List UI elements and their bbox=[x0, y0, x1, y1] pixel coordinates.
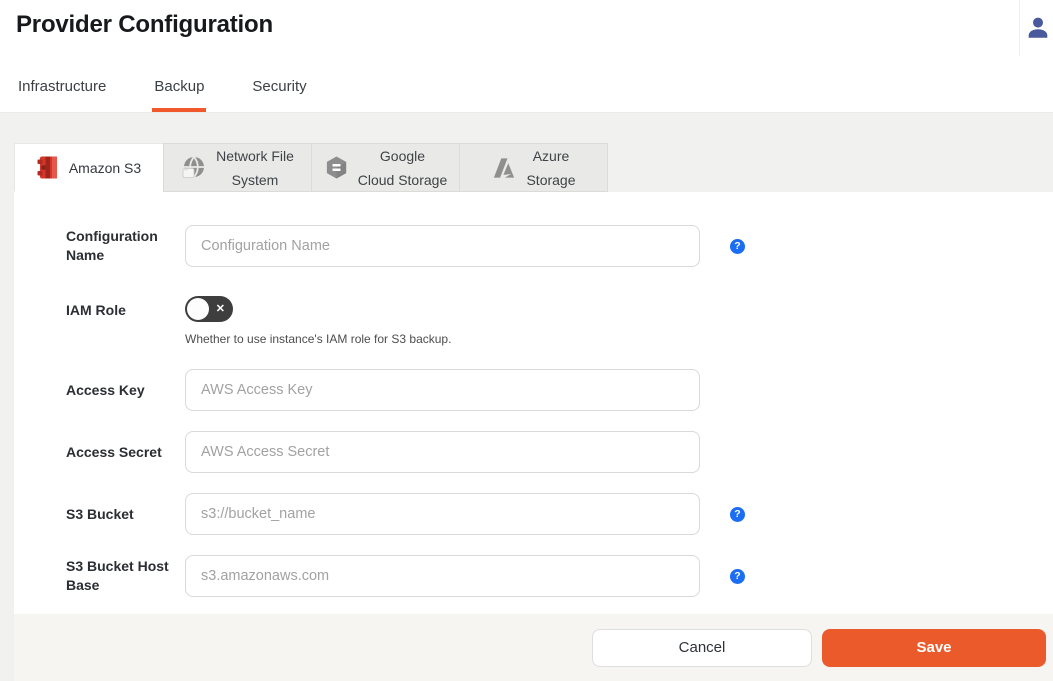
amazon-s3-icon bbox=[37, 154, 60, 181]
help-icon[interactable]: ? bbox=[730, 568, 745, 584]
iam-role-label: IAM Role bbox=[66, 302, 126, 318]
form-footer: Cancel Save bbox=[14, 614, 1053, 681]
form-row-s3-bucket-host-base: S3 Bucket Host Base ? bbox=[14, 555, 1053, 597]
form-panel: Configuration Name ? IAM Role ✕ Whether … bbox=[14, 192, 1053, 614]
provider-tab-amazon-s3[interactable]: Amazon S3 bbox=[14, 143, 164, 192]
form-row-s3-bucket: S3 Bucket ? bbox=[14, 493, 1053, 535]
form-row-configuration-name: Configuration Name ? bbox=[14, 225, 1053, 267]
cancel-button[interactable]: Cancel bbox=[592, 628, 812, 667]
backup-content: Amazon S3 Network File System Google Clo… bbox=[0, 113, 1053, 681]
configuration-name-label: Configuration Name bbox=[66, 228, 158, 263]
s3-bucket-host-base-input[interactable] bbox=[185, 555, 700, 597]
access-key-label: Access Key bbox=[66, 381, 145, 398]
iam-role-control: ✕ Whether to use instance's IAM role for… bbox=[185, 296, 451, 346]
save-button[interactable]: Save bbox=[822, 628, 1046, 667]
user-icon-glyph bbox=[1028, 17, 1048, 38]
help-icon[interactable]: ? bbox=[730, 238, 745, 254]
page-title: Provider Configuration bbox=[16, 11, 273, 38]
iam-role-helper-text: Whether to use instance's IAM role for S… bbox=[185, 332, 452, 346]
tab-infrastructure[interactable]: Infrastructure bbox=[16, 78, 108, 112]
tab-backup[interactable]: Backup bbox=[152, 78, 207, 112]
form-row-access-key: Access Key bbox=[14, 369, 1053, 411]
access-secret-input[interactable] bbox=[185, 431, 700, 473]
s3-bucket-host-base-label: S3 Bucket Host Base bbox=[66, 558, 169, 593]
page-header: Provider Configuration Infrastructure Ba… bbox=[0, 0, 1053, 113]
access-secret-label: Access Secret bbox=[66, 443, 162, 460]
iam-role-toggle[interactable]: ✕ bbox=[185, 296, 233, 322]
provider-tab-google-cloud-storage[interactable]: Google Cloud Storage bbox=[311, 143, 460, 192]
google-cloud-storage-icon bbox=[324, 155, 349, 180]
s3-bucket-input[interactable] bbox=[185, 493, 700, 535]
form-row-access-secret: Access Secret bbox=[14, 431, 1053, 473]
provider-tab-azure-storage[interactable]: Azure Storage bbox=[459, 143, 608, 192]
provider-tab-label: Google Cloud Storage bbox=[357, 147, 448, 188]
form-row-iam-role: IAM Role ✕ Whether to use instance's IAM… bbox=[14, 296, 1053, 346]
header-divider bbox=[1019, 0, 1020, 56]
main-tabs: Infrastructure Backup Security bbox=[16, 78, 309, 112]
help-icon[interactable]: ? bbox=[730, 506, 745, 522]
provider-tab-network-file-system[interactable]: Network File System bbox=[163, 143, 312, 192]
azure-storage-icon bbox=[491, 155, 517, 181]
tab-security[interactable]: Security bbox=[250, 78, 308, 112]
access-key-input[interactable] bbox=[185, 369, 700, 411]
provider-tab-label: Amazon S3 bbox=[68, 159, 142, 176]
toggle-knob bbox=[187, 298, 209, 320]
configuration-name-input[interactable] bbox=[185, 225, 700, 267]
provider-configuration-page: Provider Configuration Infrastructure Ba… bbox=[0, 0, 1053, 681]
provider-tabs: Amazon S3 Network File System Google Clo… bbox=[14, 143, 1053, 192]
provider-tab-label: Network File System bbox=[216, 147, 294, 188]
network-file-system-icon bbox=[181, 155, 207, 181]
user-icon[interactable] bbox=[1025, 15, 1051, 41]
provider-tab-label: Azure Storage bbox=[526, 147, 576, 188]
s3-bucket-label: S3 Bucket bbox=[66, 505, 134, 522]
toggle-off-icon: ✕ bbox=[215, 303, 225, 316]
